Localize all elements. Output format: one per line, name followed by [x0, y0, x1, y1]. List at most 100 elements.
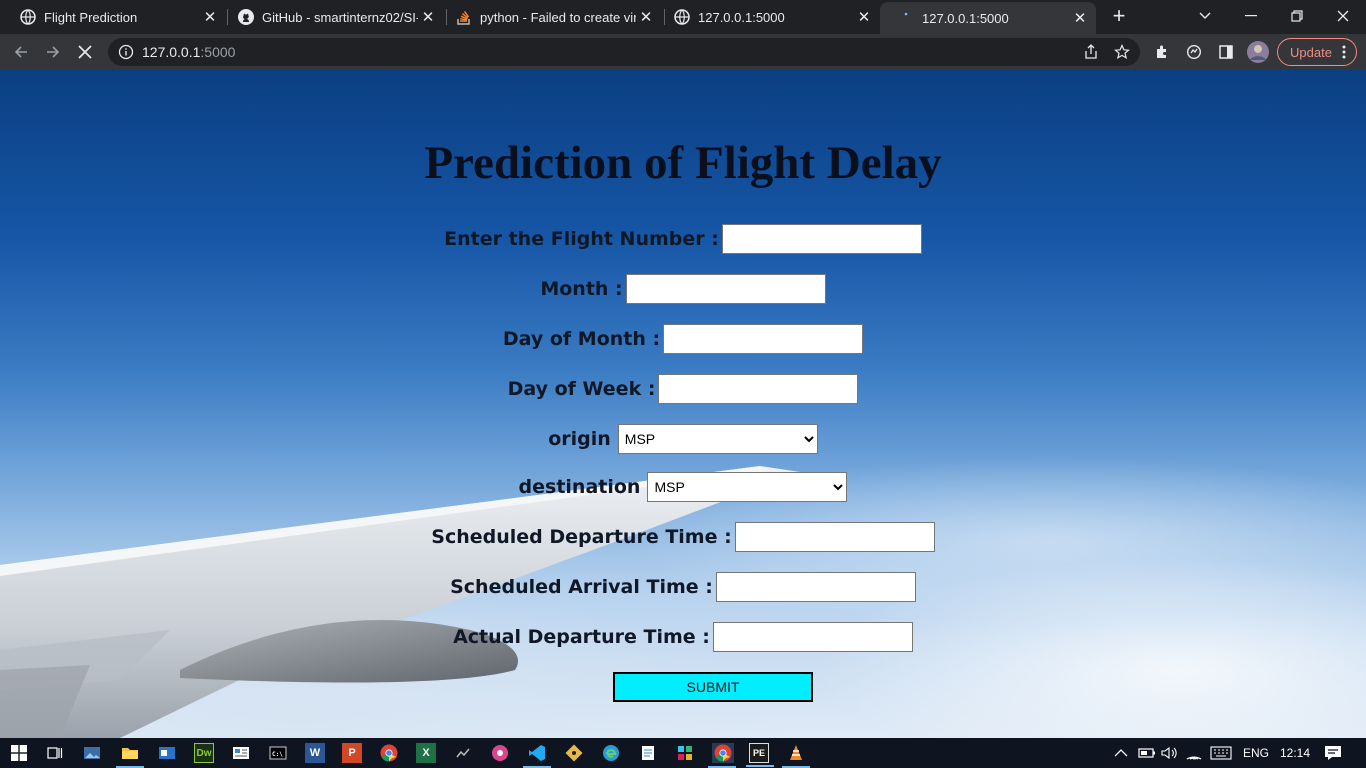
url-host: 127.0.0.1	[142, 44, 201, 60]
windows-taskbar: Dw C:\ W P X PE ENG 12:14	[0, 738, 1366, 768]
info-icon[interactable]	[118, 44, 134, 60]
battery-icon[interactable]	[1138, 738, 1156, 768]
language-indicator[interactable]: ENG	[1243, 738, 1269, 768]
chrome-icon[interactable]	[379, 743, 399, 763]
close-tab-icon[interactable]: ✕	[200, 7, 220, 27]
origin-select[interactable]: MSP	[617, 424, 818, 454]
bookmark-star-icon[interactable]	[1109, 39, 1135, 65]
actual-departure-label: Actual Departure Time :	[453, 626, 710, 648]
file-explorer-icon[interactable]	[116, 743, 144, 768]
sync-icon[interactable]	[1181, 39, 1207, 65]
scheduled-departure-input[interactable]	[734, 522, 935, 552]
flight-number-row: Enter the Flight Number :	[0, 224, 1366, 254]
address-bar[interactable]: 127.0.0.1:5000	[108, 38, 1140, 66]
svg-text:C:\: C:\	[272, 751, 283, 758]
globe-icon	[20, 9, 36, 25]
stackoverflow-icon	[456, 9, 472, 25]
notifications-icon[interactable]	[1324, 738, 1342, 768]
photos-icon[interactable]	[82, 743, 102, 763]
word-icon[interactable]: W	[305, 743, 325, 763]
page-title: Prediction of Flight Delay	[424, 137, 942, 189]
extensions-icon[interactable]	[1149, 39, 1175, 65]
submit-button[interactable]: SUBMIT	[613, 672, 813, 702]
anaconda-icon[interactable]	[453, 743, 473, 763]
app-pink-icon[interactable]	[490, 743, 510, 763]
volume-icon[interactable]	[1161, 738, 1179, 768]
day-of-week-input[interactable]	[658, 374, 859, 404]
actual-departure-row: Actual Departure Time :	[0, 622, 1366, 652]
forward-icon[interactable]	[40, 39, 66, 65]
destination-select[interactable]: MSP	[647, 472, 848, 502]
share-icon[interactable]	[1078, 39, 1104, 65]
month-input[interactable]	[625, 274, 826, 304]
close-tab-icon[interactable]: ✕	[418, 7, 438, 27]
keyboard-icon[interactable]	[1210, 738, 1232, 768]
tab-localhost-active[interactable]: 127.0.0.1:5000 ✕	[880, 2, 1096, 34]
origin-row: origin MSP	[0, 424, 1366, 454]
tab-localhost[interactable]: 127.0.0.1:5000 ✕	[654, 0, 880, 34]
day-of-month-row: Day of Month :	[0, 324, 1366, 354]
tab-strip: Flight Prediction ✕ GitHub - smartintern…	[0, 0, 1366, 34]
wifi-icon[interactable]	[1186, 738, 1202, 768]
destination-label: destination	[518, 476, 641, 498]
excel-icon[interactable]: X	[416, 743, 436, 763]
tab-title: 127.0.0.1:5000	[698, 9, 785, 25]
close-window-icon[interactable]	[1320, 0, 1366, 32]
globe-icon	[674, 9, 690, 25]
close-tab-icon[interactable]: ✕	[854, 7, 874, 27]
notepad-icon[interactable]	[638, 743, 658, 763]
day-of-week-row: Day of Week :	[0, 374, 1366, 404]
back-icon[interactable]	[8, 39, 34, 65]
page-viewport: Prediction of Flight Delay Enter the Fli…	[0, 70, 1366, 738]
minimize-icon[interactable]	[1228, 0, 1274, 32]
stop-loading-icon[interactable]	[72, 39, 98, 65]
month-row: Month :	[0, 274, 1366, 304]
task-view-icon[interactable]	[45, 743, 65, 763]
url-text: 127.0.0.1:5000	[142, 44, 235, 60]
scheduled-arrival-label: Scheduled Arrival Time :	[450, 576, 713, 598]
flight-number-label: Enter the Flight Number :	[444, 228, 719, 250]
scheduled-arrival-row: Scheduled Arrival Time :	[0, 572, 1366, 602]
tab-title: python - Failed to create virtu	[480, 9, 636, 25]
tab-title: Flight Prediction	[44, 9, 138, 25]
vscode-icon[interactable]	[523, 743, 551, 768]
news-icon[interactable]	[231, 743, 251, 763]
month-label: Month :	[540, 278, 623, 300]
chrome-active-icon[interactable]	[708, 743, 736, 768]
clock[interactable]: 12:14	[1280, 738, 1310, 768]
update-label: Update	[1290, 44, 1332, 60]
side-panel-icon[interactable]	[1213, 39, 1239, 65]
scheduled-arrival-input[interactable]	[715, 572, 916, 602]
cmd-icon[interactable]: C:\	[268, 743, 288, 763]
dreamweaver-icon[interactable]: Dw	[194, 743, 214, 763]
actual-departure-input[interactable]	[712, 622, 913, 652]
restore-icon[interactable]	[1274, 0, 1320, 32]
tab-flight-prediction[interactable]: Flight Prediction ✕	[0, 0, 226, 34]
update-button[interactable]: Update	[1277, 38, 1357, 66]
tab-search-icon[interactable]	[1182, 0, 1228, 32]
profile-avatar[interactable]	[1245, 39, 1271, 65]
url-port: :5000	[200, 44, 236, 60]
flight-number-input[interactable]	[721, 224, 922, 254]
edge-icon[interactable]	[601, 743, 621, 763]
github-icon	[238, 9, 254, 25]
pe-icon[interactable]: PE	[746, 743, 774, 767]
day-of-week-label: Day of Week :	[507, 378, 656, 400]
show-hidden-icons-icon[interactable]	[1114, 738, 1128, 768]
tab-title: 127.0.0.1:5000	[922, 10, 1009, 26]
vlc-icon[interactable]	[782, 743, 810, 768]
start-icon[interactable]	[9, 743, 29, 763]
loading-icon	[898, 10, 914, 26]
git-icon[interactable]	[564, 743, 584, 763]
new-tab-icon[interactable]: +	[1108, 3, 1130, 28]
menu-dots-icon[interactable]	[1342, 44, 1346, 63]
origin-label: origin	[548, 428, 611, 450]
powerpoint-icon[interactable]: P	[342, 743, 362, 763]
close-tab-icon[interactable]: ✕	[636, 7, 656, 27]
slack-icon[interactable]	[675, 743, 695, 763]
tab-stackoverflow[interactable]: python - Failed to create virtu ✕	[436, 0, 662, 34]
close-tab-icon[interactable]: ✕	[1070, 8, 1090, 28]
outlook-icon[interactable]	[157, 743, 177, 763]
day-of-month-input[interactable]	[663, 324, 864, 354]
tab-github[interactable]: GitHub - smartinternz02/SI-G ✕	[218, 0, 444, 34]
